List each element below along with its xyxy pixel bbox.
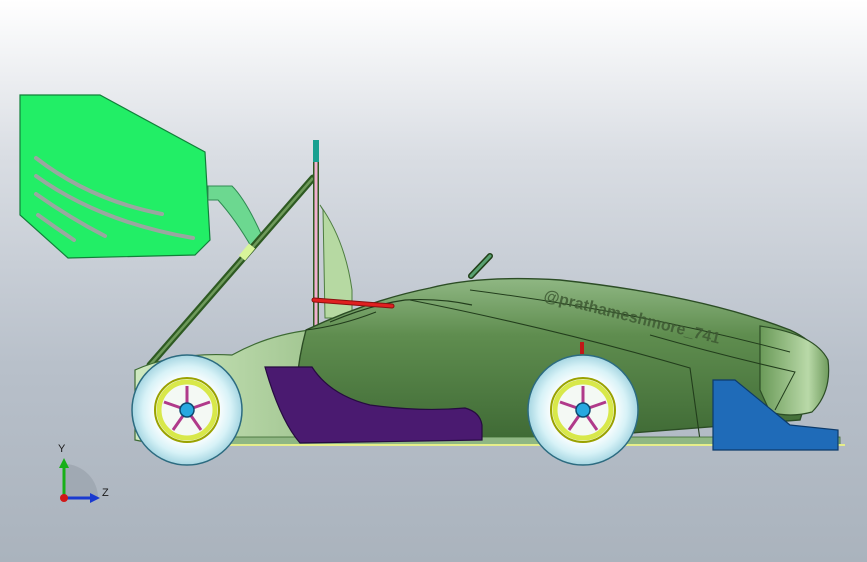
axis-triad-icon — [59, 458, 100, 503]
rear-wing[interactable] — [19, 94, 211, 259]
axis-y-label: Y — [58, 443, 66, 455]
front-wheel[interactable] — [527, 354, 639, 466]
axis-z-label: Z — [102, 487, 109, 499]
graphics-viewport[interactable]: @prathameshmore_741 Y Z — [0, 0, 867, 562]
wing-mount-plate — [207, 185, 263, 249]
rear-wheel[interactable] — [131, 354, 243, 466]
car-model-scene[interactable]: @prathameshmore_741 — [0, 0, 867, 562]
